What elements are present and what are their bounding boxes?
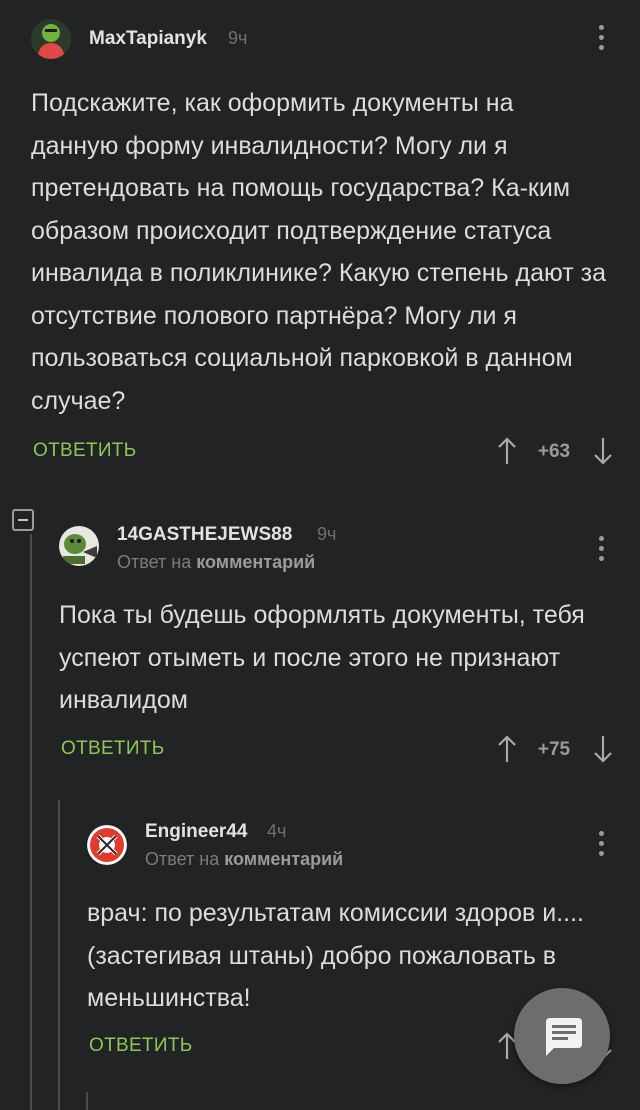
more-vertical-icon[interactable] bbox=[597, 536, 605, 566]
rating-count: +63 bbox=[537, 441, 571, 462]
more-vertical-icon[interactable] bbox=[597, 25, 605, 55]
reply-button[interactable]: ОТВЕТИТЬ bbox=[89, 1035, 192, 1057]
username[interactable]: Engineer44 bbox=[145, 821, 247, 843]
comment-fab-button[interactable] bbox=[514, 988, 610, 1084]
arrow-up-icon[interactable] bbox=[495, 734, 519, 764]
username[interactable]: MaxTapianyk bbox=[89, 28, 207, 50]
arrow-down-icon[interactable] bbox=[591, 734, 615, 764]
rating-count: +75 bbox=[537, 739, 571, 760]
reply-to-link[interactable]: Ответ на комментарий bbox=[145, 849, 343, 870]
reply-button[interactable]: ОТВЕТИТЬ bbox=[61, 738, 164, 760]
reply-button[interactable]: ОТВЕТИТЬ bbox=[33, 440, 136, 462]
reply-target[interactable]: комментарий bbox=[196, 552, 315, 572]
more-vertical-icon[interactable] bbox=[597, 831, 605, 861]
comment-text: Подскажите, как оформить документы на да… bbox=[31, 89, 606, 415]
comment-time: 4ч bbox=[267, 821, 287, 841]
avatar[interactable] bbox=[31, 19, 71, 59]
comment-icon bbox=[546, 1018, 582, 1056]
reply-target[interactable]: комментарий bbox=[224, 849, 343, 869]
arrow-up-icon[interactable] bbox=[495, 436, 519, 466]
username[interactable]: 14GASTHEJEWS88 bbox=[117, 524, 292, 546]
comment-1: MaxTapianyk 9ч Подскажите, как оформить … bbox=[0, 0, 640, 480]
comment-2: 14GASTHEJEWS88 9ч Ответ на комментарий П… bbox=[0, 480, 640, 790]
comment-time: 9ч bbox=[317, 524, 337, 544]
reply-prefix: Ответ на bbox=[145, 849, 220, 869]
comment-text: Пока ты будешь оформлять документы, тебя… bbox=[59, 601, 585, 714]
avatar[interactable] bbox=[87, 825, 127, 865]
avatar[interactable] bbox=[59, 526, 99, 566]
comment-time: 9ч bbox=[228, 28, 248, 48]
reply-prefix: Ответ на bbox=[117, 552, 192, 572]
reply-to-link[interactable]: Ответ на комментарий bbox=[117, 552, 315, 573]
arrow-down-icon[interactable] bbox=[591, 436, 615, 466]
